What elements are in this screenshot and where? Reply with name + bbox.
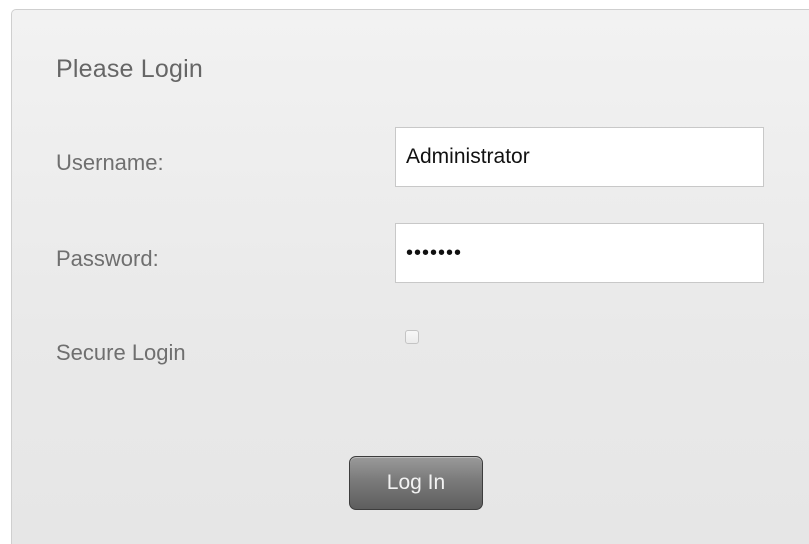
username-input[interactable] — [395, 127, 764, 187]
password-input[interactable] — [395, 223, 764, 283]
login-button[interactable]: Log In — [349, 456, 483, 510]
password-label: Password: — [56, 246, 159, 271]
secure-login-label: Secure Login — [56, 340, 186, 365]
login-title: Please Login — [56, 55, 203, 83]
login-panel: Please Login Username: Password: Secure … — [11, 9, 809, 544]
username-label: Username: — [56, 150, 164, 175]
secure-login-checkbox[interactable] — [405, 330, 419, 344]
